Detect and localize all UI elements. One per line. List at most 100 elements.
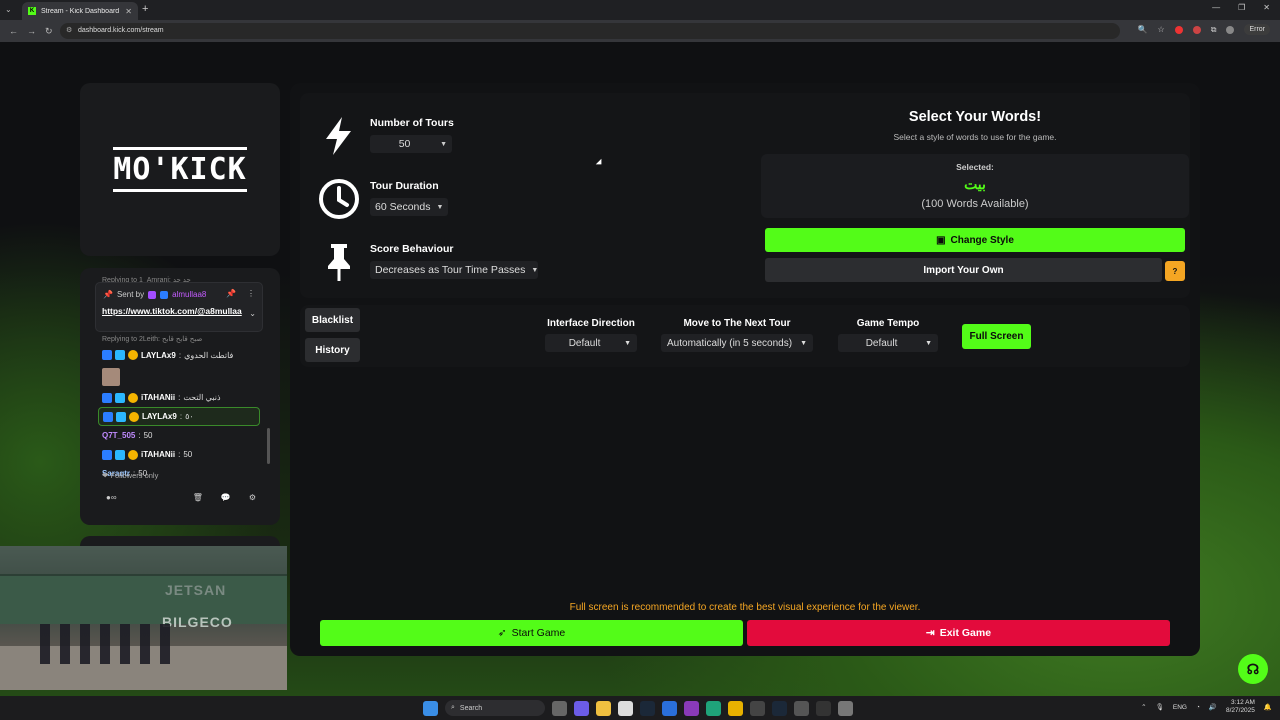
store-icon[interactable] [618, 700, 633, 716]
app-icon[interactable] [662, 700, 677, 716]
logo-card: MO'KICK [80, 83, 280, 256]
restore-icon[interactable]: ❐ [1238, 3, 1245, 12]
edge-icon[interactable] [706, 700, 721, 716]
taskbar-apps: ⌕ Search [423, 700, 853, 716]
words-available: (100 Words Available) [921, 198, 1029, 210]
chat-scrollbar[interactable] [267, 428, 270, 464]
address-bar-row: ← → ↻ ⚙ dashboard.kick.com/stream 🔍 ☆ ⧉ … [0, 20, 1280, 42]
chat-message: iTAHANii:50 [102, 445, 270, 464]
task-view-icon[interactable] [552, 700, 567, 716]
tab-menu-icon[interactable]: ⌄ [5, 5, 12, 14]
back-icon[interactable]: ← [9, 26, 18, 36]
pinned-message: 📌 Sent by almullaa8 📌 ⋮ https://www.tikt… [95, 282, 263, 332]
interface-direction-select[interactable]: Default ▼ [545, 334, 637, 352]
profile-avatar[interactable] [1226, 25, 1235, 34]
minimize-icon[interactable]: — [1212, 3, 1220, 12]
language-indicator[interactable]: ENG [1173, 704, 1187, 711]
exit-game-button[interactable]: ⇥ Exit Game [747, 620, 1170, 646]
site-info-icon[interactable]: ⚙ [66, 23, 72, 39]
browser-tab-bar: ⌄ K Stream - Kick Dashboard ✕ + — ❐ ✕ [0, 0, 1280, 20]
change-style-button[interactable]: ▣ Change Style [765, 228, 1185, 252]
xbox-icon[interactable] [750, 700, 765, 716]
close-window-icon[interactable]: ✕ [1263, 3, 1270, 12]
chat-settings-icon[interactable]: ⚙ [249, 493, 256, 502]
error-button[interactable]: Error [1244, 24, 1270, 35]
exit-icon: ⇥ [925, 627, 935, 639]
duration-select[interactable]: 60 Seconds ▼ [370, 198, 448, 216]
duration-label: Tour Duration [370, 180, 439, 192]
blacklist-button[interactable]: Blacklist [305, 308, 360, 332]
forward-icon[interactable]: → [27, 26, 36, 36]
extension-icon[interactable] [1192, 25, 1201, 34]
help-button[interactable]: ? [1165, 261, 1185, 281]
mic-icon[interactable]: 🎙 [1156, 703, 1164, 711]
chevron-down-icon[interactable]: ⌄ [249, 309, 256, 318]
support-chat-button[interactable]: ☊ [1238, 654, 1268, 684]
trash-icon[interactable]: 🗑 [193, 493, 203, 502]
chat-thumbnail[interactable] [102, 368, 120, 386]
steam-2-icon[interactable] [772, 700, 787, 716]
selected-word-style: بيت [964, 176, 986, 192]
words-title: Select Your Words! [908, 109, 1042, 125]
webcam-train [0, 574, 287, 624]
zoom-icon[interactable]: 🔍 [1138, 25, 1148, 34]
start-icon[interactable] [423, 700, 438, 716]
chevron-up-icon[interactable]: ⌃ [1141, 703, 1146, 711]
close-tab-icon[interactable]: ✕ [125, 7, 132, 16]
clock-date: 8/27/2025 [1225, 707, 1255, 714]
user-badge-icon [103, 411, 113, 422]
chat-username[interactable]: LAYLAx9 [141, 351, 176, 360]
extensions-puzzle-icon[interactable]: ⧉ [1211, 25, 1217, 35]
full-screen-button[interactable]: Full Screen [962, 324, 1031, 349]
game-tempo-select[interactable]: Default ▼ [838, 334, 938, 352]
more-options-icon[interactable]: ⋮ [247, 289, 255, 298]
reload-icon[interactable]: ↻ [45, 26, 53, 37]
chrome-icon[interactable] [728, 700, 743, 716]
photos-icon[interactable] [794, 700, 809, 716]
score-select[interactable]: Decreases as Tour Time Passes ▼ [370, 261, 538, 279]
wifi-icon[interactable]: ◔ [1196, 704, 1200, 711]
new-tab-icon[interactable]: + [142, 3, 148, 15]
chat-username[interactable]: LAYLAx9 [142, 412, 177, 421]
steam-icon[interactable] [640, 700, 655, 716]
volume-icon[interactable]: 🔊 [1209, 703, 1217, 711]
extension-red-icon[interactable] [1174, 25, 1183, 34]
url-field[interactable]: ⚙ dashboard.kick.com/stream [60, 23, 1120, 39]
chevron-down-icon: ▼ [436, 203, 444, 211]
settings-icon[interactable] [838, 700, 853, 716]
chat-username[interactable]: Q7T_505 [102, 431, 135, 440]
pinned-sender[interactable]: almullaa8 [172, 290, 206, 299]
history-button[interactable]: History [305, 338, 360, 362]
pinned-link[interactable]: https://www.tiktok.com/@a8mullaa [102, 305, 242, 317]
notifications-icon[interactable]: 🔔 [1264, 703, 1272, 711]
obs-icon[interactable] [816, 700, 831, 716]
instagram-icon[interactable] [684, 700, 699, 716]
chat-separator: : [179, 412, 183, 421]
user-badge-icon [128, 392, 138, 403]
chat-bubble-icon[interactable]: 💬 [221, 493, 231, 502]
words-subtitle: Select a style of words to use for the g… [893, 132, 1057, 142]
system-tray: ⌃ 🎙 ENG ◔ 🔊 3:12 AM 8/27/2025 🔔 [1141, 699, 1272, 715]
import-own-button[interactable]: Import Your Own [765, 258, 1162, 282]
sent-by-label: Sent by [116, 290, 145, 299]
chat-username[interactable]: iTAHANii [141, 450, 175, 459]
tours-select[interactable]: 50 ▼ [370, 135, 452, 153]
file-explorer-icon[interactable] [596, 700, 611, 716]
bookmark-star-icon[interactable]: ☆ [1158, 25, 1165, 34]
next-tour-select[interactable]: Automatically (in 5 seconds) ▼ [661, 334, 813, 352]
start-game-button[interactable]: ➶ Start Game [320, 620, 743, 646]
points-icon[interactable]: ●∞ [106, 493, 117, 502]
clock-icon [319, 179, 359, 219]
user-badge-icon [129, 411, 139, 422]
teams-icon[interactable] [574, 700, 589, 716]
pin-small-icon: 📌 [103, 290, 113, 299]
clock[interactable]: 3:12 AM 8/27/2025 [1226, 699, 1255, 715]
user-badge-icon [102, 449, 112, 460]
browser-tab[interactable]: K Stream - Kick Dashboard ✕ [22, 2, 138, 20]
chevron-down-icon: ▼ [531, 266, 539, 274]
chat-text: 50 [143, 431, 153, 440]
taskbar-search[interactable]: ⌕ Search [445, 700, 545, 716]
chat-username[interactable]: iTAHANii [141, 393, 175, 402]
unpin-icon[interactable]: 📌 [226, 289, 236, 298]
chat-separator: : [138, 431, 141, 440]
